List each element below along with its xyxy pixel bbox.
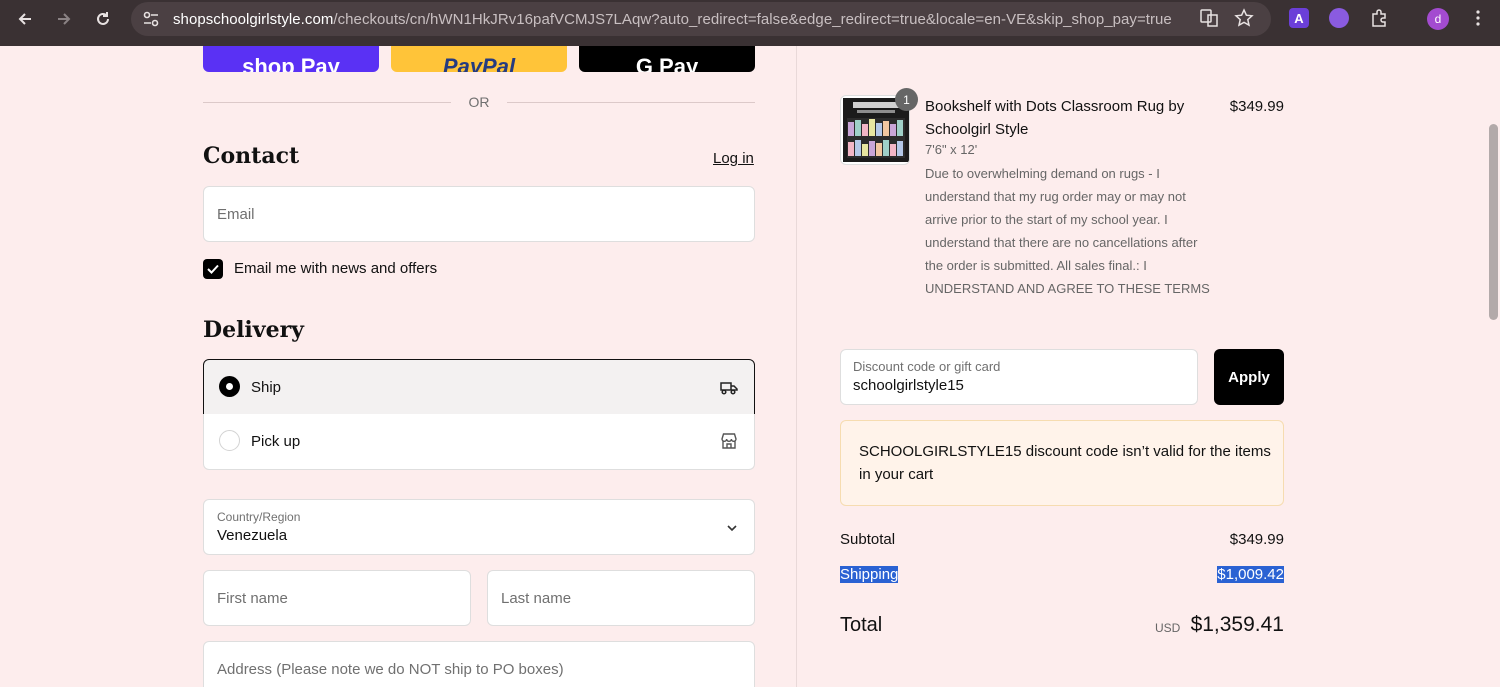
- shop-pay-label: shop Pay: [242, 54, 340, 72]
- checkout-form-column: shop Pay PayPal G Pay OR Contact Log in …: [0, 46, 797, 687]
- truck-icon: [720, 382, 738, 395]
- shipping-value: $1,009.42: [1217, 566, 1284, 583]
- extension-circle-icon[interactable]: [1329, 8, 1349, 28]
- apply-button[interactable]: Apply: [1214, 349, 1284, 405]
- delivery-option-pickup[interactable]: Pick up: [203, 414, 755, 470]
- email-placeholder: Email: [217, 206, 255, 223]
- discount-error-banner: SCHOOLGIRLSTYLE15 discount code isn’t va…: [840, 420, 1284, 506]
- first-name-field[interactable]: First name: [203, 570, 471, 626]
- shop-pay-button[interactable]: shop Pay: [203, 46, 379, 72]
- discount-label: Discount code or gift card: [853, 359, 1001, 374]
- store-icon: [721, 433, 737, 449]
- extension-a-letter: A: [1294, 10, 1304, 26]
- checkmark-icon: [207, 264, 219, 274]
- subtotal-value: $349.99: [1229, 531, 1284, 548]
- last-name-placeholder: Last name: [501, 590, 572, 607]
- quantity-badge: 1: [895, 88, 918, 111]
- last-name-field[interactable]: Last name: [487, 570, 755, 626]
- country-select[interactable]: Country/Region Venezuela: [203, 499, 755, 555]
- extension-a-icon[interactable]: A: [1289, 8, 1309, 28]
- url-text: shopschoolgirlstyle.com/checkouts/cn/hWN…: [173, 11, 1172, 28]
- url-host: shopschoolgirlstyle.com: [173, 11, 334, 28]
- product-title: Bookshelf with Dots Classroom Rug by Sch…: [925, 98, 1185, 138]
- email-field[interactable]: Email: [203, 186, 755, 242]
- delivery-heading: Delivery: [203, 317, 304, 343]
- address-field[interactable]: Address (Please note we do NOT ship to P…: [203, 641, 755, 687]
- country-label: Country/Region: [217, 510, 301, 524]
- forward-icon[interactable]: [51, 6, 77, 32]
- paypal-button[interactable]: PayPal: [391, 46, 567, 72]
- total-label: Total: [840, 614, 883, 636]
- ship-radio[interactable]: [219, 376, 240, 397]
- browser-menu-icon[interactable]: [1468, 8, 1488, 28]
- browser-toolbar: shopschoolgirlstyle.com/checkouts/cn/hWN…: [0, 0, 1500, 46]
- discount-value: schoolgirlstyle15: [853, 377, 964, 394]
- url-path: /checkouts/cn/hWN1HkJRv16pafVCMJS7LAqw?a…: [333, 11, 1172, 28]
- pickup-label: Pick up: [251, 433, 301, 450]
- ship-label: Ship: [251, 379, 282, 396]
- address-placeholder: Address (Please note we do NOT ship to P…: [217, 661, 564, 678]
- back-icon[interactable]: [12, 6, 38, 32]
- discount-code-field[interactable]: Discount code or gift card schoolgirlsty…: [840, 349, 1198, 405]
- first-name-placeholder: First name: [217, 590, 288, 607]
- discount-error-text: SCHOOLGIRLSTYLE15 discount code isn’t va…: [859, 443, 1271, 483]
- site-info-icon[interactable]: [141, 9, 161, 29]
- extensions-puzzle-icon[interactable]: [1369, 8, 1389, 28]
- pickup-radio[interactable]: [219, 430, 240, 451]
- shipping-label: Shipping: [840, 566, 899, 583]
- product-price: $349.99: [1229, 98, 1284, 115]
- google-pay-label: G Pay: [635, 54, 699, 72]
- translate-icon[interactable]: [1199, 8, 1219, 28]
- chevron-down-icon: [727, 525, 737, 532]
- google-pay-button[interactable]: G Pay: [579, 46, 755, 72]
- newsletter-label: Email me with news and offers: [234, 260, 438, 277]
- product-variant: 7'6" x 12': [925, 142, 978, 157]
- or-divider: OR: [203, 92, 755, 112]
- country-value: Venezuela: [217, 527, 288, 544]
- total-value: $1,359.41: [1190, 613, 1284, 636]
- profile-initial: d: [1434, 12, 1442, 26]
- contact-heading: Contact: [203, 143, 300, 169]
- subtotal-label: Subtotal: [840, 531, 896, 548]
- newsletter-checkbox[interactable]: [203, 259, 223, 279]
- address-bar[interactable]: shopschoolgirlstyle.com/checkouts/cn/hWN…: [131, 2, 1271, 36]
- profile-avatar[interactable]: d: [1427, 8, 1449, 30]
- reload-icon[interactable]: [90, 6, 116, 32]
- paypal-label: PayPal: [442, 54, 516, 72]
- currency-code: USD: [1155, 621, 1181, 635]
- bookmark-star-icon[interactable]: [1234, 8, 1254, 28]
- delivery-option-ship[interactable]: Ship: [203, 359, 755, 415]
- login-link[interactable]: Log in: [713, 150, 754, 167]
- scrollbar-thumb[interactable]: [1489, 124, 1498, 320]
- product-note: Due to overwhelming demand on rugs - I u…: [925, 166, 1210, 296]
- divider-line-right: [507, 102, 755, 103]
